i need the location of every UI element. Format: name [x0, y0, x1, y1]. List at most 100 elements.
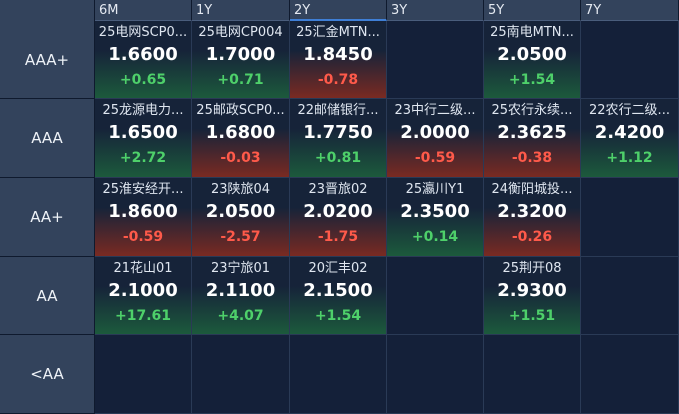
bond-cell[interactable]: 25电网CP004 1.7000 +0.71: [192, 21, 290, 99]
bond-yield: 2.0500: [205, 201, 276, 222]
empty-cell: [387, 21, 484, 99]
yield-change: -0.03: [220, 150, 261, 166]
yield-change: -0.59: [414, 150, 456, 166]
row-header[interactable]: AA+: [0, 178, 95, 257]
column-header-1y[interactable]: 1Y: [192, 0, 290, 21]
empty-cell: [387, 257, 484, 335]
bond-yield: 2.1500: [303, 280, 373, 301]
empty-cell: [581, 178, 679, 257]
yield-change: +1.51: [508, 308, 556, 324]
bond-cell[interactable]: 20汇丰02 2.1500 +1.54: [290, 257, 387, 335]
row-header[interactable]: <AA: [0, 335, 95, 414]
yield-change: +4.07: [217, 308, 264, 324]
bond-yield: 2.4200: [594, 122, 665, 143]
empty-cell: [581, 335, 679, 414]
yield-change: +0.81: [314, 150, 362, 166]
bond-yield: 2.1000: [108, 280, 178, 301]
yield-change: -0.26: [511, 229, 553, 245]
empty-cell: [290, 335, 387, 414]
bond-cell[interactable]: 25瀛川Y1 2.3500 +0.14: [387, 178, 484, 257]
empty-cell: [581, 21, 679, 99]
yield-change: +0.14: [411, 229, 459, 245]
bond-name: 25南电MTN...: [490, 25, 574, 40]
bond-name: 21花山01: [113, 261, 173, 276]
bond-name: 20汇丰02: [308, 261, 368, 276]
column-header-2y[interactable]: 2Y: [290, 0, 387, 21]
bond-name: 22农行二级...: [589, 103, 670, 118]
bond-name: 25电网SCP0...: [98, 25, 188, 40]
row-header[interactable]: AAA: [0, 99, 95, 178]
yield-change: +1.12: [606, 150, 653, 166]
bond-name: 23晋旅02: [308, 182, 368, 197]
bond-cell[interactable]: 25邮政SCP0... 1.6800 -0.03: [192, 99, 290, 178]
yield-change: -0.78: [317, 72, 359, 88]
bond-yield: 1.7000: [205, 44, 276, 65]
bond-cell[interactable]: 23宁旅01 2.1100 +4.07: [192, 257, 290, 335]
column-header-3y[interactable]: 3Y: [387, 0, 484, 21]
bond-name: 25瀛川Y1: [405, 182, 465, 197]
bond-cell[interactable]: 25电网SCP0... 1.6600 +0.65: [95, 21, 192, 99]
bond-name: 23陕旅04: [210, 182, 271, 197]
bond-name: 25农行永续...: [491, 103, 573, 118]
bond-yield: 2.3200: [497, 201, 567, 222]
yield-change: -0.38: [511, 150, 553, 166]
column-header-5y[interactable]: 5Y: [484, 0, 581, 21]
bond-name: 25荆开08: [502, 261, 562, 276]
bond-cell[interactable]: 25荆开08 2.9300 +1.51: [484, 257, 581, 335]
yield-change: +1.54: [314, 308, 362, 324]
bond-yield: 2.0200: [303, 201, 373, 222]
bond-yield: 1.7750: [303, 122, 373, 143]
bond-yield: 2.3500: [400, 201, 470, 222]
column-header-7y[interactable]: 7Y: [581, 0, 679, 21]
empty-cell: [387, 335, 484, 414]
bond-cell[interactable]: 25淮安经开... 1.8600 -0.59: [95, 178, 192, 257]
empty-cell: [95, 335, 192, 414]
bond-cell[interactable]: 22农行二级... 2.4200 +1.12: [581, 99, 679, 178]
row-header[interactable]: AA: [0, 257, 95, 335]
bond-yield: 1.6800: [205, 122, 276, 143]
yield-change: +2.72: [119, 150, 167, 166]
bond-cell[interactable]: 25汇金MTN... 1.8450 -0.78: [290, 21, 387, 99]
bond-yield: 1.8600: [108, 201, 178, 222]
bond-cell[interactable]: 25南电MTN... 2.0500 +1.54: [484, 21, 581, 99]
bond-name: 23宁旅01: [210, 261, 271, 276]
bond-yield: 1.8450: [303, 44, 373, 65]
bond-name: 22邮储银行...: [297, 103, 379, 118]
bond-yield: 2.9300: [497, 280, 567, 301]
bond-yield: 2.0000: [400, 122, 470, 143]
bond-cell[interactable]: 23中行二级... 2.0000 -0.59: [387, 99, 484, 178]
yield-change: +0.65: [119, 72, 167, 88]
bond-name: 25汇金MTN...: [296, 25, 380, 40]
yield-change: +1.54: [508, 72, 556, 88]
bond-cell[interactable]: 25龙源电力... 1.6500 +2.72: [95, 99, 192, 178]
bond-yield: 1.6500: [108, 122, 178, 143]
yield-change: -0.59: [122, 229, 164, 245]
bond-name: 25电网CP004: [198, 25, 283, 40]
bond-name: 25邮政SCP0...: [196, 103, 285, 118]
bond-cell[interactable]: 23晋旅02 2.0200 -1.75: [290, 178, 387, 257]
empty-cell: [484, 335, 581, 414]
bond-name: 24衡阳城投...: [491, 182, 573, 197]
bond-cell[interactable]: 22邮储银行... 1.7750 +0.81: [290, 99, 387, 178]
bond-yield: 2.0500: [497, 44, 567, 65]
yield-change: -1.75: [317, 229, 359, 245]
bond-yield: 1.6600: [108, 44, 178, 65]
empty-cell: [581, 257, 679, 335]
header-corner: [0, 0, 95, 21]
row-header[interactable]: AAA+: [0, 21, 95, 99]
empty-cell: [192, 335, 290, 414]
column-header-6m[interactable]: 6M: [95, 0, 192, 21]
yield-matrix: 6M 1Y 2Y 3Y 5Y 7Y AAA+ 25电网SCP0... 1.6600 +0.65 25…: [0, 0, 679, 414]
bond-cell[interactable]: 21花山01 2.1000 +17.61: [95, 257, 192, 335]
bond-name: 25龙源电力...: [102, 103, 184, 118]
yield-change: +0.71: [217, 72, 264, 88]
bond-yield: 2.3625: [497, 122, 567, 143]
yield-change: +17.61: [114, 308, 171, 324]
bond-name: 23中行二级...: [394, 103, 476, 118]
bond-cell[interactable]: 24衡阳城投... 2.3200 -0.26: [484, 178, 581, 257]
bond-cell[interactable]: 23陕旅04 2.0500 -2.57: [192, 178, 290, 257]
yield-change: -2.57: [220, 229, 261, 245]
bond-yield: 2.1100: [205, 280, 276, 301]
bond-name: 25淮安经开...: [102, 182, 184, 197]
bond-cell[interactable]: 25农行永续... 2.3625 -0.38: [484, 99, 581, 178]
